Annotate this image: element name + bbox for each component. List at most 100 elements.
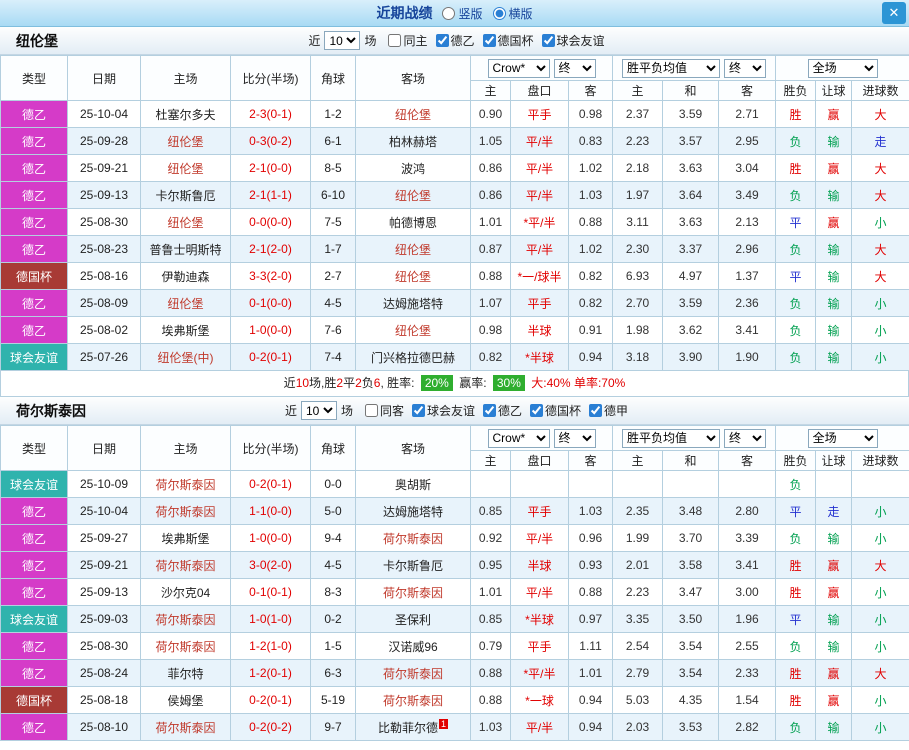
away-team: 汉诺威96	[355, 632, 471, 660]
summary-segment: 场,胜	[309, 376, 337, 390]
filter-checkbox[interactable]	[530, 403, 544, 417]
filter-德乙[interactable]: 德乙	[435, 32, 475, 49]
home-team: 普鲁士明斯特	[140, 235, 231, 263]
odds-away: 0.97	[567, 605, 614, 633]
handicap: 平/半	[510, 154, 569, 182]
avg-final-select[interactable]: 终	[724, 428, 767, 448]
close-button[interactable]: ✕	[882, 2, 906, 24]
goals-result: 大	[851, 551, 909, 579]
filter-checkbox[interactable]	[388, 33, 402, 47]
score: 1-1(0-0)	[230, 497, 311, 525]
filter-checkbox[interactable]	[411, 403, 425, 417]
league-filter-checkboxes: 同客 球会友谊 德乙 德国杯 德甲	[357, 402, 628, 420]
score: 1-0(1-0)	[230, 605, 311, 633]
avg-win: 1.98	[612, 316, 664, 344]
home-team: 伊勒迪森	[140, 262, 231, 290]
filter-checkbox[interactable]	[482, 33, 496, 47]
odds-away: 0.94	[567, 343, 614, 371]
home-team: 杜塞尔多夫	[140, 100, 231, 128]
odds-away: 0.91	[567, 316, 614, 344]
odds-group-header: Crow* 终	[469, 55, 614, 81]
match-date: 25-10-04	[67, 100, 141, 128]
league-badge: 德乙	[0, 181, 68, 209]
avg-win: 2.54	[612, 632, 664, 660]
away-team: 荷尔斯泰因	[355, 578, 471, 606]
col-odds-home: 主	[470, 80, 511, 101]
summary-segment: , 胜率:	[380, 376, 418, 390]
avg-lose: 2.55	[718, 632, 777, 660]
odds-away: 1.02	[567, 235, 614, 263]
matches-table: 类型 日期 主场 比分(半场) 角球 客场 Crow*终 胜平负均值终 全场	[0, 55, 909, 371]
filter-checkbox[interactable]	[589, 403, 603, 417]
filter-球会友谊[interactable]: 球会友谊	[541, 32, 605, 49]
filter-德国杯[interactable]: 德国杯	[530, 402, 581, 419]
vertical-layout-radio[interactable]	[442, 6, 456, 20]
away-team: 波鸿	[355, 154, 471, 182]
summary-segment: 2	[355, 376, 362, 390]
match-date: 25-08-16	[67, 262, 141, 290]
result: 负	[775, 235, 817, 263]
filter-同主[interactable]: 同主	[388, 32, 428, 49]
fullmatch-select[interactable]: 全场	[807, 428, 878, 448]
filter-球会友谊[interactable]: 球会友谊	[411, 402, 475, 419]
filter-checkbox[interactable]	[541, 33, 555, 47]
result: 负	[775, 127, 817, 155]
matches-body: 德乙 25-10-04 杜塞尔多夫 2-3(0-1) 1-2 纽伦堡 0.90 平手 0.98 2…	[0, 100, 909, 371]
filter-德甲[interactable]: 德甲	[589, 402, 628, 419]
col-avg-win: 主	[612, 80, 664, 101]
match-date: 25-08-18	[67, 686, 141, 714]
filter-label: 德国杯	[497, 33, 534, 48]
odds-company-select[interactable]: Crow*	[487, 58, 550, 78]
home-team: 荷尔斯泰因	[140, 605, 231, 633]
avg-select[interactable]: 胜平负均值	[622, 58, 721, 78]
match-count-select[interactable]: 10	[300, 401, 337, 420]
corners: 5-0	[310, 497, 356, 525]
home-team: 纽伦堡	[140, 154, 231, 182]
score: 2-1(0-0)	[230, 154, 311, 182]
home-team: 荷尔斯泰因	[140, 632, 231, 660]
horizontal-layout-radio[interactable]	[492, 6, 506, 20]
league-badge: 德乙	[0, 713, 68, 741]
odds-home: 0.85	[470, 497, 511, 525]
filter-checkbox[interactable]	[435, 33, 449, 47]
corners: 1-7	[310, 235, 356, 263]
filter-checkbox[interactable]	[364, 403, 378, 417]
odds-home: 0.88	[470, 262, 511, 290]
avg-select[interactable]: 胜平负均值	[622, 428, 721, 448]
result: 负	[775, 524, 817, 552]
match-date: 25-08-09	[67, 289, 141, 317]
avg-lose: 1.90	[718, 343, 777, 371]
odds-final-select[interactable]: 终	[553, 428, 596, 448]
avg-lose	[718, 470, 777, 498]
fullmatch-group-header: 全场	[775, 55, 909, 81]
avg-draw: 3.63	[662, 154, 720, 182]
odds-away: 1.11	[567, 632, 614, 660]
filter-label: 德国杯	[545, 403, 582, 418]
home-team: 荷尔斯泰因	[140, 470, 231, 498]
odds-company-select[interactable]: Crow*	[487, 428, 550, 448]
near-label: 近	[308, 34, 321, 48]
corners: 9-4	[310, 524, 356, 552]
filter-checkbox[interactable]	[483, 403, 496, 417]
avg-draw: 3.57	[662, 127, 720, 155]
avg-final-select[interactable]: 终	[724, 58, 767, 78]
match-row: 德乙 25-08-02 埃弗斯堡 1-0(0-0) 7-6 纽伦堡 0.98 半球 0.91 1.…	[0, 316, 909, 344]
odds-away: 1.02	[567, 154, 614, 182]
odds-final-select[interactable]: 终	[553, 58, 596, 78]
goals-result: 大	[851, 181, 909, 209]
avg-draw: 4.97	[662, 262, 720, 290]
home-team: 埃弗斯堡	[140, 524, 231, 552]
avg-lose: 2.33	[718, 659, 777, 687]
avg-lose: 3.00	[718, 578, 777, 606]
filter-德国杯[interactable]: 德国杯	[482, 32, 534, 49]
filter-德乙[interactable]: 德乙	[483, 402, 522, 419]
match-count-select[interactable]: 10	[324, 31, 361, 50]
score: 0-1(0-0)	[230, 289, 311, 317]
filter-同客[interactable]: 同客	[364, 402, 404, 419]
goals-result: 小	[851, 289, 909, 317]
odds-home: 1.01	[470, 578, 511, 606]
result: 负	[775, 289, 817, 317]
avg-win: 2.35	[612, 497, 664, 525]
fullmatch-select[interactable]: 全场	[807, 58, 878, 78]
match-row: 球会友谊 25-07-26 纽伦堡(中) 0-2(0-1) 7-4 门兴格拉德巴赫 0.82…	[0, 343, 909, 371]
